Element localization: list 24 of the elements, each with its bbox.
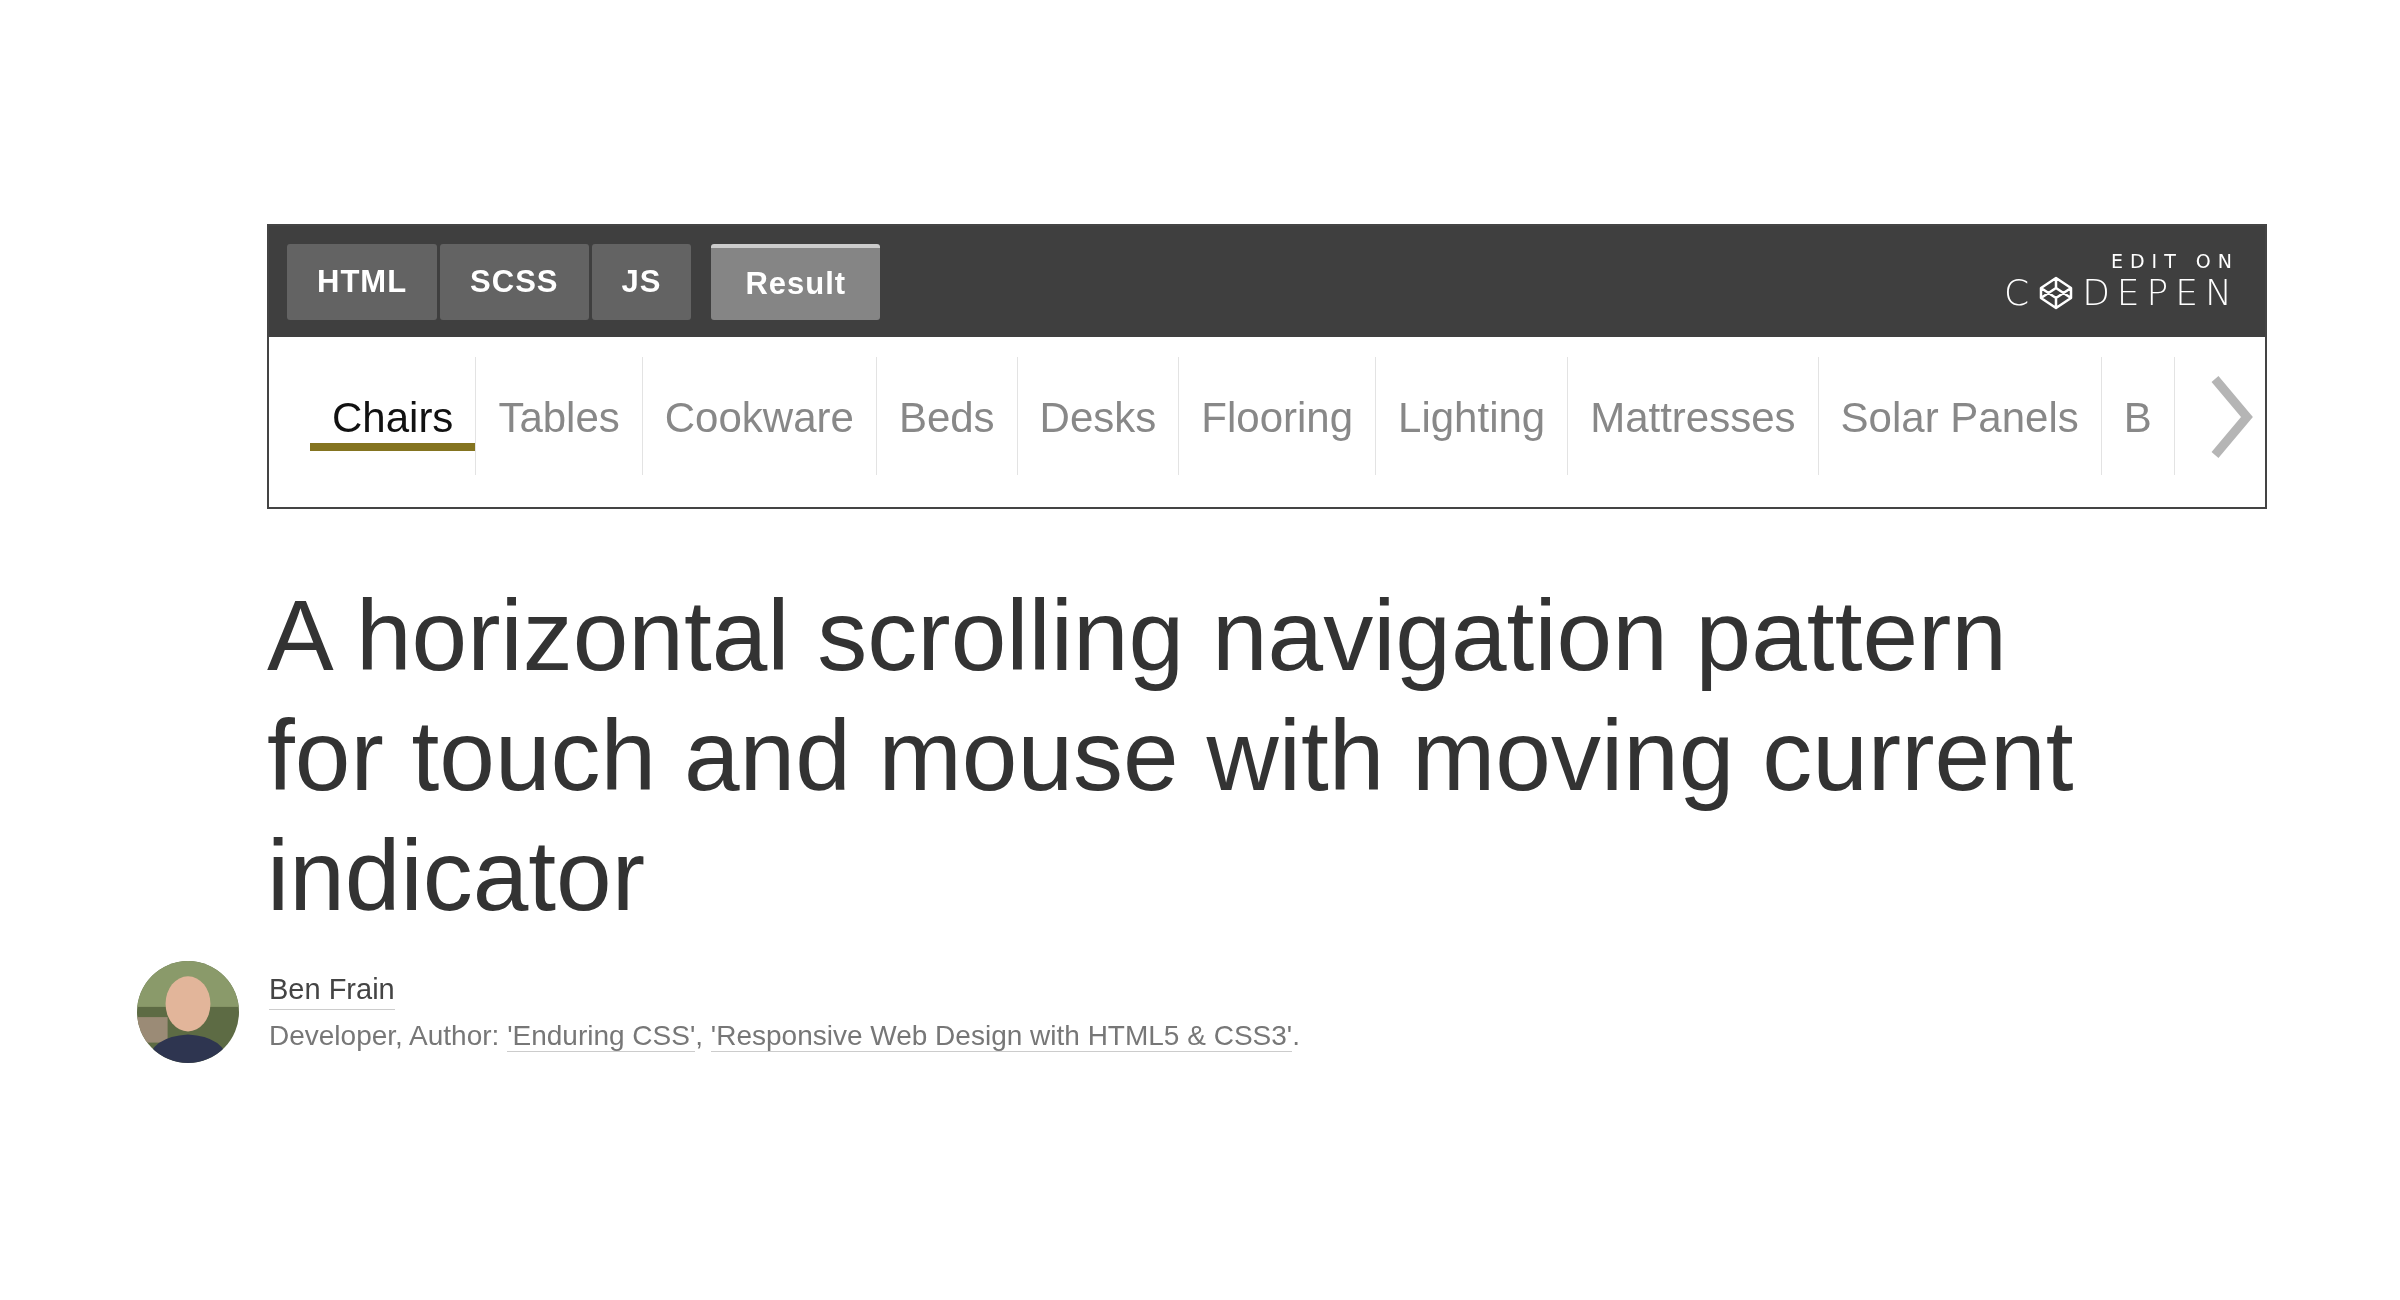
nav-tab[interactable]: B bbox=[2101, 357, 2175, 475]
logo-text[interactable]: DEPEN bbox=[2082, 272, 2239, 313]
author-name[interactable]: Ben Frain bbox=[269, 972, 395, 1010]
nav-tab[interactable]: Tables bbox=[476, 357, 643, 475]
editor-tab[interactable]: HTML bbox=[287, 243, 438, 320]
article-title: A horizontal scrolling navigation pattern for touch and mouse with moving current indicator bbox=[267, 578, 2075, 933]
chevron-right-icon[interactable] bbox=[2209, 375, 2253, 459]
nav-tab[interactable]: Beds bbox=[876, 357, 1018, 475]
editor-tab[interactable]: SCSS bbox=[440, 243, 589, 320]
logo-letter[interactable]: C bbox=[2004, 272, 2037, 313]
nav-tab[interactable]: Chairs bbox=[310, 357, 477, 475]
nav-tab[interactable]: Desks bbox=[1017, 357, 1180, 475]
book-link[interactable]: 'Responsive Web Design with HTML5 & CSS3' bbox=[710, 1019, 1293, 1052]
editor-tab[interactable]: Result bbox=[711, 243, 881, 320]
cube-icon bbox=[2038, 274, 2075, 311]
book-link[interactable]: 'Enduring CSS' bbox=[507, 1019, 696, 1052]
nav-tab[interactable]: Flooring bbox=[1179, 357, 1377, 475]
editor-tab[interactable]: JS bbox=[591, 243, 692, 320]
author-bio: Developer, Author: 'Enduring CSS', 'Responsive Web Design with HTML5 & CSS3'. bbox=[269, 1019, 1300, 1052]
nav-tab[interactable]: Mattresses bbox=[1568, 357, 1819, 475]
nav-tab[interactable]: Lighting bbox=[1376, 357, 1569, 475]
nav-tab[interactable]: Cookware bbox=[642, 357, 877, 475]
nav-tab[interactable]: Solar Panels bbox=[1818, 357, 2102, 475]
edit-on-label[interactable]: EDIT ON bbox=[2110, 250, 2239, 272]
